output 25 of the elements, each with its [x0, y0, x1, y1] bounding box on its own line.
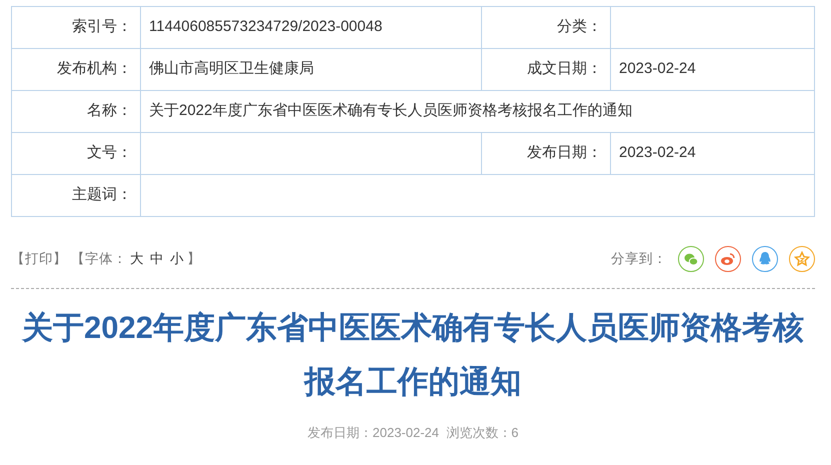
print-link[interactable]: 【打印】 — [11, 248, 67, 270]
publish-date: 发布日期：2023-02-24 — [308, 425, 440, 440]
field-label: 主题词： — [72, 186, 132, 204]
field-label: 发布日期： — [527, 144, 602, 162]
penguin-icon[interactable] — [752, 246, 778, 272]
view-count: 浏览次数：6 — [446, 425, 518, 440]
font-size-bracket: 】 — [187, 250, 201, 268]
field-value: 114406085573234729/2023-00048 — [149, 18, 382, 36]
share-label: 分享到： — [611, 250, 667, 268]
field-value: 2023-02-24 — [619, 60, 696, 78]
field-label: 分类： — [557, 18, 602, 36]
article-title: 关于2022年度广东省中医医术确有专长人员医师资格考核报名工作的通知 — [20, 309, 805, 401]
field-label: 名称： — [87, 102, 132, 120]
field-label: 索引号： — [72, 18, 132, 36]
field-value: 佛山市高明区卫生健康局 — [149, 60, 314, 78]
font-size-link[interactable]: 小 — [170, 248, 184, 270]
font-size-label: 【字体： — [71, 250, 127, 268]
chat-bubbles-icon[interactable] — [678, 246, 704, 272]
field-label: 文号： — [87, 144, 132, 162]
font-size-link[interactable]: 中 — [150, 248, 164, 270]
field-label: 成文日期： — [527, 60, 602, 78]
field-label: 发布机构： — [57, 60, 132, 78]
field-value: 2023-02-24 — [619, 144, 696, 162]
field-value: 关于2022年度广东省中医医术确有专长人员医师资格考核报名工作的通知 — [149, 102, 632, 120]
font-size-link[interactable]: 大 — [130, 248, 144, 270]
